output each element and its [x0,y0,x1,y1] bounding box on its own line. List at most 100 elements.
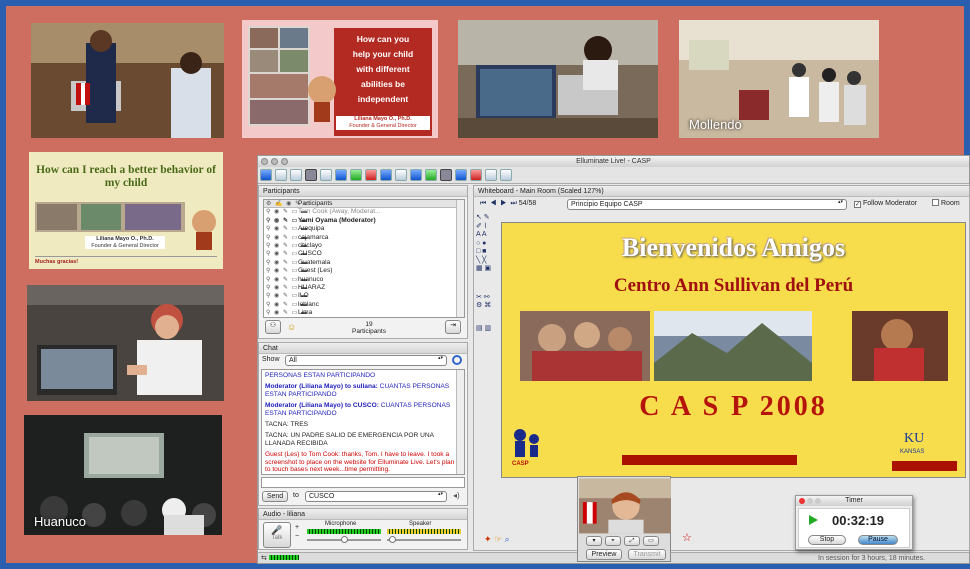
transmit-button[interactable]: Transmit [628,549,666,560]
timer-zoom-button[interactable] [815,498,821,504]
participant-name: leblanc [298,300,319,308]
first-page-icon[interactable]: ⏮ [480,200,486,207]
screen-icon[interactable] [395,169,407,181]
video-pin-icon[interactable]: ⌖ [605,536,621,546]
participant-list[interactable]: ⚙ ✍ ◉ ✎ ▭ Participants ⚲ ◉ ✎ ▭ ▬ Tom Cook … [263,199,465,318]
participant-name: Guest (Les) [298,267,333,275]
send-button[interactable]: Send [262,491,288,502]
close-window-button[interactable] [261,158,268,165]
line-tool-icon[interactable]: ╲ ╳ [476,257,496,266]
participant-row[interactable]: ⚲ ◉ ✎ ▭ ▬ cajamarca [264,234,464,242]
mic-volume-buttons[interactable]: + − [295,523,299,541]
poll-icon[interactable] [335,169,347,181]
chat-recipient-select[interactable]: CUSCO [305,491,447,502]
folder-tool-icon[interactable]: ▤ ▥ [476,325,496,334]
video-icon[interactable] [440,169,452,181]
text-tool-icon[interactable]: A A [476,231,496,240]
participant-row[interactable]: ⚲ ◉ ✎ ▭ ▬ Guatemala [264,259,464,267]
next-page-icon[interactable]: ▶ [500,200,506,207]
group-tool-icon[interactable]: ⚙ ⌘ [476,302,496,311]
speaker-volume-slider[interactable] [387,536,461,543]
participant-row[interactable]: ⚲ ◉ ✎ ▭ ▬linda [264,317,464,318]
zoom-icon[interactable]: ⌕ [505,534,510,544]
breakout-icon[interactable] [470,169,482,181]
talk-button[interactable]: 🎤 Talk [263,522,291,548]
exit-room-button[interactable]: ⇥ [445,320,461,334]
mic-volume-slider[interactable] [307,536,381,543]
participant-status-icons: ⚲ ◉ ✎ ▭ ▬ [266,209,308,216]
clipart-tool-icon[interactable]: ✂ ⚯ [476,294,496,303]
video-expand-icon[interactable]: ⤢ [624,536,640,546]
chat-input[interactable] [261,477,465,488]
last-page-icon[interactable]: ⏭ [510,200,516,207]
image-tool-icon[interactable]: ▦ ▣ [476,265,496,274]
shape-tool-icon[interactable]: ○ ● [476,240,496,249]
notes-icon[interactable] [410,169,422,181]
participant-row[interactable]: ⚲ ◉ ✎ ▭ ▬ Guest (Les) [264,267,464,275]
participant-row[interactable]: ⚲ ◉ ✎ ▭ ▬ ILO [264,292,464,300]
participant-count-label: Participants [352,328,386,335]
timer-pause-button[interactable]: Pause [858,535,898,545]
speaker-label: Speaker [409,521,432,527]
video-menu-button[interactable]: ▾ [586,536,602,546]
graph-icon[interactable] [425,169,437,181]
timer-icon[interactable] [485,169,497,181]
poster-top-line: independent [357,94,409,104]
poster-independent-child: How can you help your child with differe… [242,20,438,138]
layout-icon[interactable] [290,169,302,181]
pen-tool-icon[interactable]: ✐ ⌇ [476,223,496,232]
prev-page-icon[interactable]: ◀ [490,200,496,207]
chat-filter-select[interactable]: All [285,355,447,366]
participant-row[interactable]: ⚲ ◉ ✎ ▭ ▬ huanuco [264,276,464,284]
participant-status-icons: ⚲ ◉ ✎ ▭ ▬ [266,234,308,241]
emoticon-icon[interactable]: ☺ [287,322,296,332]
web-tour-icon[interactable] [455,169,467,181]
participant-row[interactable]: ⚲ ◉ ✎ ▭ ▬ Yemi Oyama (Moderator) [264,217,464,225]
timer-stop-button[interactable]: Stop [808,535,846,545]
timer-window: Timer 00:32:19 Stop Pause [795,495,913,550]
participant-name: HUARAZ [298,283,326,291]
chat-sound-icon[interactable]: ◂) [453,491,460,500]
edit-icon[interactable] [500,169,512,181]
kansas-logo-text: KANSAS [900,449,925,455]
minimize-window-button[interactable] [271,158,278,165]
preview-button[interactable]: Preview [586,549,622,560]
screen-select[interactable]: Principio Equipo CASP [567,199,847,210]
participant-row[interactable]: ⚲ ◉ ✎ ▭ ▬ chiclayo [264,242,464,250]
participant-status-icons: ⚲ ◉ ✎ ▭ ▬ [264,317,298,318]
chat-scrollbar[interactable] [456,370,464,474]
timer-minimize-button[interactable] [807,498,813,504]
participant-row[interactable]: ⚲ ◉ ✎ ▭ ▬ Tom Cook (Away, Moderat... [264,208,464,216]
participant-row[interactable]: ⚲ ◉ ✎ ▭ ▬ Lima [264,309,464,317]
timer-close-button[interactable] [799,498,805,504]
rect-tool-icon[interactable]: □ ■ [476,248,496,257]
follow-moderator-checkbox[interactable]: ✓ Follow Moderator [854,199,917,209]
app-share-icon[interactable] [380,169,392,181]
participant-row[interactable]: ⚲ ◉ ✎ ▭ ▬ leblanc [264,301,464,309]
participant-scrollbar[interactable] [456,200,464,317]
zoom-window-button[interactable] [281,158,288,165]
approve-icon[interactable] [350,169,362,181]
play-icon[interactable] [809,515,818,525]
laser-pointer-icon[interactable]: ✦ [484,534,492,544]
hand-raise-icon[interactable] [320,169,332,181]
poster-top-author: Liliana Mayo O., Ph.D. [354,116,412,122]
participant-row[interactable]: ⚲ ◉ ✎ ▭ ▬ CUSCO [264,250,464,258]
pointer-hand-icon[interactable]: ☞ [494,534,502,544]
participant-row[interactable]: ⚲ ◉ ✎ ▭ ▬ HUARAZ [264,284,464,292]
pointer-tool-icon[interactable]: ↖ ✎ [476,214,496,223]
window-titlebar: Elluminate Live! - CASP [258,156,969,167]
add-participant-button[interactable]: ⚇ [265,320,281,334]
print-icon[interactable] [275,169,287,181]
participant-status-icons: ⚲ ◉ ✎ ▭ ▬ [266,284,308,291]
chat-options-icon[interactable] [452,355,462,365]
room-checkbox[interactable]: Room [932,199,960,209]
favorite-icon[interactable]: ☆ [682,531,692,544]
participant-row[interactable]: ⚲ ◉ ✎ ▭ ▬ Arequipa [264,225,464,233]
list-view-icon[interactable] [305,169,317,181]
chat-log[interactable]: PERSONAS ESTAN PARTICIPANDO Moderator (L… [261,369,465,475]
whiteboard-tool-palette: ↖ ✎ ✐ ⌇ A A ○ ● □ ■ ╲ ╳ ▦ ▣ ✂ ⚯ ⚙ ⌘ ▤ ▥ [476,214,496,333]
save-icon[interactable] [260,169,272,181]
reject-icon[interactable] [365,169,377,181]
video-camera-icon[interactable]: ▭ [643,536,659,546]
